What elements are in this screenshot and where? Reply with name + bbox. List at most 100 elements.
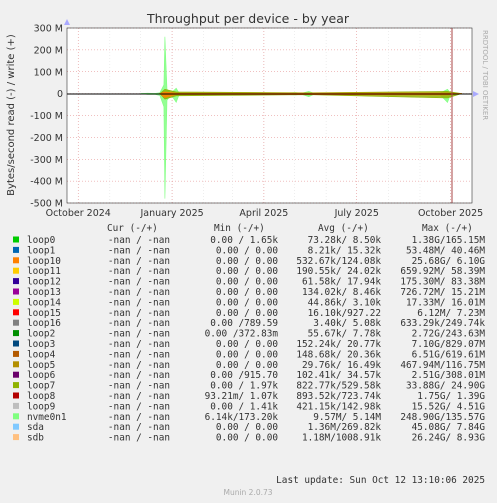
legend-header-avg: Avg (-/+): [318, 223, 369, 234]
last-update: Last update: Sun Oct 12 13:10:06 2025: [276, 475, 485, 486]
legend-swatch: [13, 309, 19, 316]
legend-cur-value: -nan / -nan: [108, 287, 170, 298]
legend-device-name: loop2: [27, 329, 55, 340]
legend-min-value: 0.00 / 0.00: [216, 360, 278, 371]
legend-avg-value: 190.55k/ 24.02k: [296, 266, 381, 277]
legend-cur-value: -nan / -nan: [108, 266, 170, 277]
legend-swatch: [13, 382, 19, 389]
legend-min-value: 0.00 / 1.97k: [210, 381, 278, 392]
munin-version: Munin 2.0.73: [223, 488, 272, 497]
legend-max-value: 248.90G/135.57G: [400, 412, 485, 423]
legend-cur-value: -nan / -nan: [108, 349, 170, 360]
legend-max-value: 15.52G/ 4.51G: [412, 401, 486, 412]
legend-avg-value: 822.77k/529.58k: [296, 381, 381, 392]
legend-min-value: 0.00 / 0.00: [216, 433, 278, 444]
legend-avg-value: 421.15k/142.98k: [296, 401, 381, 412]
legend-row: sdb -nan / -nan 0.00 / 0.00 1.18M/1008.91k 2…: [13, 433, 485, 444]
y-tick-label: 0: [57, 89, 63, 100]
legend-swatch: [13, 330, 19, 337]
rrdtool-credit: RRDTOOL / TOBI OETIKER: [481, 30, 489, 120]
legend-avg-value: 152.24k/ 20.77k: [296, 339, 381, 350]
legend-cur-value: -nan / -nan: [108, 339, 170, 350]
legend-header-min: Min (-/+): [214, 223, 265, 234]
legend-device-name: loop1: [27, 245, 56, 256]
legend-min-value: 0.00 / 1.41k: [210, 401, 278, 412]
legend-device-name: loop13: [27, 287, 61, 298]
legend-cur-value: -nan / -nan: [108, 297, 170, 308]
legend-max-value: 25.68G/ 6.10G: [412, 256, 486, 267]
x-tick-label: October 2024: [46, 208, 111, 219]
legend-row: loop5 -nan / -nan 0.00 / 0.00 29.76k/ 16.49…: [13, 360, 485, 371]
legend-min-value: 0.00 / 1.65k: [210, 235, 278, 246]
legend-row: loop12 -nan / -nan 0.00 / 0.00 61.58k/ 17.9…: [13, 277, 485, 288]
legend-cur-value: -nan / -nan: [108, 245, 170, 256]
legend-cur-value: -nan / -nan: [108, 318, 170, 329]
legend-swatch: [13, 298, 19, 305]
legend-row: loop14 -nan / -nan 0.00 / 0.00 44.86k/ 3.10…: [13, 297, 485, 308]
legend-cur-value: -nan / -nan: [108, 433, 170, 444]
legend-cur-value: -nan / -nan: [108, 391, 170, 402]
legend-avg-value: 148.68k/ 20.36k: [296, 349, 381, 360]
legend-row: nvme0n1 -nan / -nan 6.14k/173.20k 9.57M/ 5.…: [13, 412, 485, 423]
legend-avg-value: 893.52k/723.74k: [296, 391, 381, 402]
legend-swatch: [13, 288, 19, 295]
legend-swatch: [13, 257, 19, 264]
legend-avg-value: 1.18M/1008.91k: [302, 433, 381, 444]
legend-device-name: loop9: [27, 401, 56, 412]
legend-device-name: loop15: [27, 308, 61, 319]
x-tick-label: October 2025: [418, 208, 483, 219]
legend-min-value: 0.00 / 0.00: [216, 422, 278, 433]
y-tick-labels: 300 M 200 M 100 M 0 -100 M -200 M -300 M -400 M…: [30, 24, 63, 210]
legend-max-value: 6.12M/ 7.23M: [417, 308, 485, 319]
legend-row: sda -nan / -nan 0.00 / 0.00 1.36M/269.82k 45…: [13, 422, 485, 433]
x-tick-label: July 2025: [334, 208, 379, 219]
legend-device-name: loop12: [27, 277, 61, 288]
legend-max-value: 633.29k/249.74k: [400, 318, 485, 329]
x-tick-label: April 2025: [239, 208, 288, 219]
x-tick-labels: October 2024 January 2025 April 2025 July 2…: [46, 208, 484, 219]
legend-cur-value: -nan / -nan: [108, 329, 170, 340]
legend-min-value: 6.14k/173.20k: [205, 412, 279, 423]
legend-swatch: [13, 267, 19, 274]
legend-max-value: 1.38G/165.15M: [412, 235, 486, 246]
legend-min-value: 0.00 / 0.00: [216, 245, 278, 256]
legend-device-name: loop0: [27, 235, 56, 246]
legend-device-name: loop14: [27, 297, 61, 308]
legend-swatch: [13, 361, 19, 368]
legend-avg-value: 8.21k/ 15.32k: [308, 245, 382, 256]
legend-max-value: 659.92M/ 58.39M: [400, 266, 485, 277]
legend-device-name: nvme0n1: [27, 412, 67, 423]
y-tick-label: 200 M: [34, 45, 63, 56]
legend-swatch: [13, 402, 19, 409]
legend-device-name: loop6: [27, 370, 56, 381]
legend-min-value: 93.21m/ 1.07k: [205, 391, 279, 402]
legend-max-value: 33.88G/ 24.90G: [406, 381, 485, 392]
legend-avg-value: 55.67k/ 7.78k: [308, 329, 382, 340]
y-axis-arrow: [64, 19, 70, 25]
legend-min-value: 0.00 / 0.00: [216, 277, 278, 288]
legend-row: loop13 -nan / -nan 0.00 / 0.00 134.02k/ 8.4…: [13, 287, 485, 298]
legend-cur-value: -nan / -nan: [108, 370, 170, 381]
y-tick-label: -100 M: [30, 111, 63, 122]
legend-device-name: loop4: [27, 349, 56, 360]
legend-max-value: 7.10G/829.07M: [412, 339, 486, 350]
legend-avg-value: 16.10k/927.22: [308, 308, 381, 319]
legend-cur-value: -nan / -nan: [108, 308, 170, 319]
x-axis-arrow: [473, 91, 479, 97]
legend-device-name: sdb: [27, 433, 44, 444]
legend-avg-value: 61.58k/ 17.94k: [302, 277, 381, 288]
legend-row: loop2 -nan / -nan 0.00 /372.83m 55.67k/ 7.7…: [13, 329, 485, 340]
legend-device-name: loop10: [27, 256, 61, 267]
legend-row: loop16 -nan / -nan 0.00 /789.59 3.40k/ 5.08…: [13, 318, 485, 329]
legend-swatch: [13, 434, 19, 441]
legend-row: loop11 -nan / -nan 0.00 / 0.00 190.55k/ 24.…: [13, 266, 485, 277]
legend-swatch: [13, 278, 19, 285]
legend-min-value: 0.00 /789.59: [210, 318, 278, 329]
legend-avg-value: 9.57M/ 5.14M: [313, 412, 381, 423]
legend-row: loop1 -nan / -nan 0.00 / 0.00 8.21k/ 15.32k…: [13, 245, 485, 256]
legend-avg-value: 73.28k/ 8.50k: [308, 235, 382, 246]
legend-swatch: [13, 423, 19, 430]
legend-max-value: 726.72M/ 15.21M: [400, 287, 485, 298]
legend-cur-value: -nan / -nan: [108, 360, 170, 371]
y-tick-label: -300 M: [30, 155, 63, 166]
